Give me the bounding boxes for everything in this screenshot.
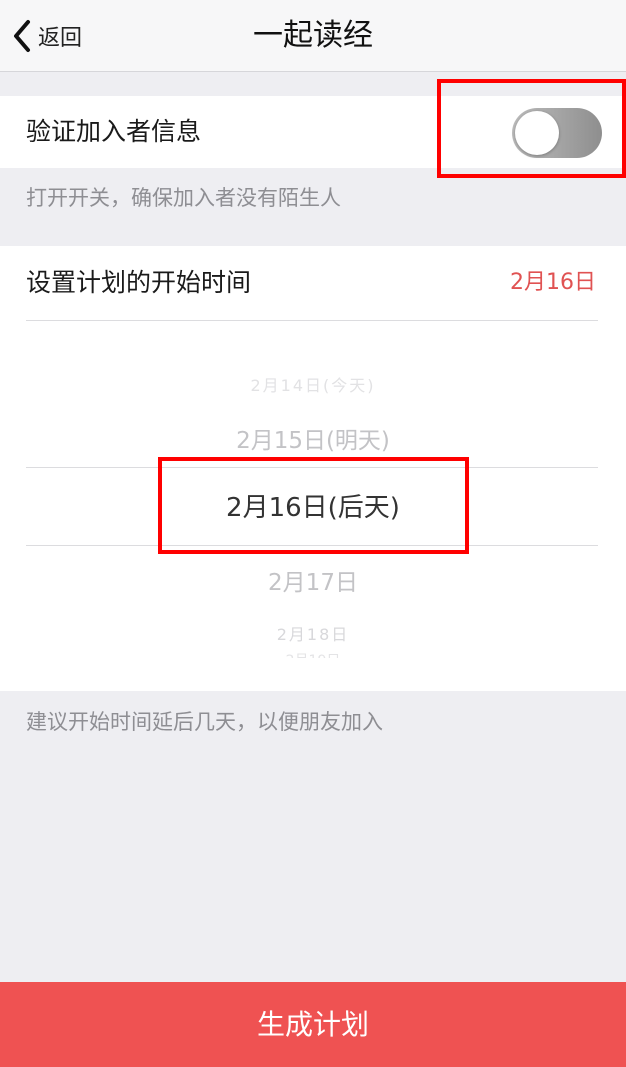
navigation-bar: 返回 一起读经	[0, 0, 626, 72]
date-option-selected[interactable]: 2月16日(后天)	[0, 487, 626, 524]
start-time-divider	[26, 320, 598, 321]
date-option[interactable]: 2月15日(明天)	[0, 421, 626, 455]
start-time-value[interactable]: 2月16日	[510, 246, 596, 320]
date-option[interactable]: 2月18日	[0, 621, 626, 645]
page-title: 一起读经	[253, 18, 373, 53]
date-option[interactable]: 2月14日(今天)	[0, 372, 626, 396]
start-time-hint: 建议开始时间延后几天，以便朋友加入	[26, 710, 383, 734]
start-time-label: 设置计划的开始时间	[26, 268, 252, 297]
toggle-knob	[515, 111, 559, 155]
generate-plan-button[interactable]: 生成计划	[0, 982, 626, 1067]
date-option[interactable]: 2月19日	[0, 650, 626, 658]
picker-selection-line-top	[26, 467, 598, 468]
verify-hint: 打开开关，确保加入者没有陌生人	[26, 186, 341, 210]
picker-selection-line-bottom	[26, 545, 598, 546]
date-option[interactable]: 2月17日	[0, 563, 626, 597]
page: 返回 一起读经 验证加入者信息 打开开关，确保加入者没有陌生人 设置计划的开始时…	[0, 0, 626, 1067]
verify-joiner-label: 验证加入者信息	[26, 117, 202, 146]
verify-joiner-toggle[interactable]	[512, 108, 602, 158]
